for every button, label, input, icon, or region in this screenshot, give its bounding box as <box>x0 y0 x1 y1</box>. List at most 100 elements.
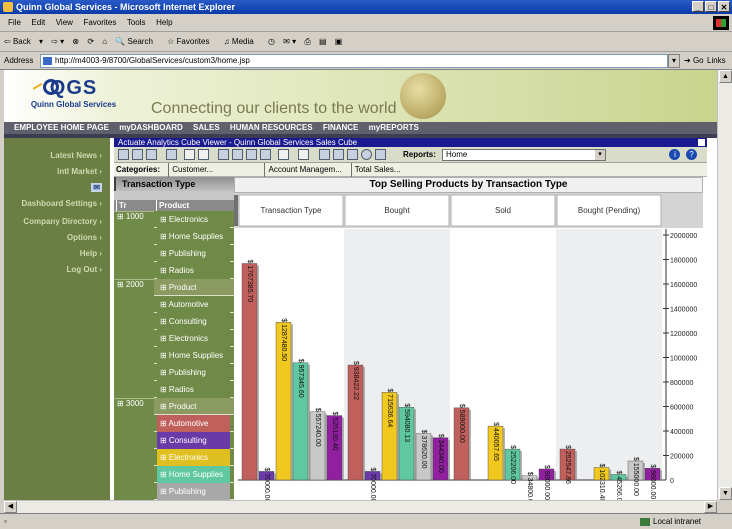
save-as-icon[interactable] <box>132 149 143 160</box>
pivot-product-row[interactable]: ⊞ Home Supplies <box>154 466 234 483</box>
column-tr[interactable]: Tr <box>116 200 127 211</box>
grid-icon[interactable] <box>246 149 257 160</box>
info-icon[interactable]: i <box>669 149 681 160</box>
edit-icon[interactable]: ▤ <box>319 37 327 46</box>
stop-icon[interactable]: ⊗ <box>72 37 79 46</box>
pivot-product-row[interactable]: ⊞ Home Supplies <box>154 347 234 364</box>
close-icon[interactable]: ✕ <box>718 1 730 12</box>
home-icon[interactable]: ⌂ <box>102 37 107 46</box>
pivot-product-row[interactable]: ⊞ Home Supplies <box>154 228 234 245</box>
window-title-bar: Quinn Global Services - Microsoft Intern… <box>0 0 732 14</box>
column-product[interactable]: Product <box>156 200 189 211</box>
edit-icon[interactable] <box>260 149 271 160</box>
pivot-icon[interactable] <box>218 149 229 160</box>
category-chip-account-manager[interactable]: Account Managem... <box>264 163 344 177</box>
pivot-transaction-type-cell[interactable]: ⊞ 2000 <box>114 279 154 398</box>
pivot-product-row[interactable]: ⊞ Automotive <box>154 296 234 313</box>
refresh-icon[interactable]: ⟳ <box>87 37 94 46</box>
pie-chart-icon[interactable] <box>361 149 372 160</box>
pivot-category-row[interactable]: ⊞ Product <box>154 279 234 296</box>
sidebar-options[interactable]: Options › <box>67 233 102 242</box>
print-icon[interactable] <box>166 149 177 160</box>
nav-human-resources[interactable]: HUMAN RESOURCES <box>230 123 313 132</box>
media-button[interactable]: ♫ Media <box>224 37 260 46</box>
horizontal-scrollbar[interactable]: ◀ ▶ <box>4 500 717 513</box>
menu-view[interactable]: View <box>56 14 73 32</box>
pivot-product-row[interactable]: ⊞ Consulting <box>154 432 234 449</box>
chart-table-icon[interactable] <box>347 149 358 160</box>
save-icon[interactable] <box>118 149 129 160</box>
address-input[interactable]: http://m4003-9/8700/GlobalServices/custo… <box>40 54 668 68</box>
pivot-product-row[interactable]: ⊞ Publishing <box>154 245 234 262</box>
pivot-transaction-type-cell[interactable]: ⊞ 3000 <box>114 398 154 500</box>
pivot-product-row[interactable]: ⊞ Radios <box>154 381 234 398</box>
mail-icon[interactable]: ✉ ▾ <box>283 37 296 46</box>
filter-icon[interactable] <box>278 149 289 160</box>
category-chip-customer[interactable]: Customer... <box>168 163 258 177</box>
menu-tools[interactable]: Tools <box>127 14 146 32</box>
chart-group-label: Bought (Pending) <box>578 206 641 215</box>
bar-value-label: $ 440057.65 <box>492 422 499 461</box>
menu-favorites[interactable]: Favorites <box>83 14 116 32</box>
search-button[interactable]: 🔍 Search <box>115 37 159 46</box>
go-button[interactable]: ➜ Go <box>684 52 704 70</box>
sidebar-help[interactable]: Help › <box>80 249 102 258</box>
bar-chart-icon[interactable] <box>333 149 344 160</box>
restore-icon[interactable] <box>698 139 705 146</box>
nav-sales[interactable]: SALES <box>193 123 220 132</box>
pivot-category-row[interactable]: ⊞ Product <box>154 398 234 415</box>
scroll-up-icon[interactable]: ▲ <box>719 70 732 83</box>
menu-edit[interactable]: Edit <box>31 14 45 32</box>
nav-dashboard[interactable]: myDASHBOARD <box>119 123 183 132</box>
sidebar-latest-news[interactable]: Latest News › <box>50 151 102 160</box>
history-icon[interactable]: ◷ <box>268 37 275 46</box>
layout-icon[interactable] <box>232 149 243 160</box>
minimize-icon[interactable]: _ <box>692 1 704 12</box>
links-button[interactable]: Links <box>707 52 726 70</box>
favorites-button[interactable]: ☆ Favorites <box>167 37 215 46</box>
menu-help[interactable]: Help <box>156 14 172 32</box>
maximize-icon[interactable]: □ <box>705 1 717 12</box>
pivot-transaction-type-cell[interactable]: ⊞ 1000 <box>114 211 154 279</box>
pivot-product-row[interactable]: ⊞ Publishing <box>154 364 234 381</box>
pivot-product-row[interactable]: ⊞ Consulting <box>154 313 234 330</box>
nav-employee-home[interactable]: EMPLOYEE HOME PAGE <box>14 123 109 132</box>
print-icon[interactable]: ⎙ <box>304 37 310 46</box>
sidebar-log-out[interactable]: Log Out › <box>66 265 102 274</box>
menu-file[interactable]: File <box>8 14 21 32</box>
qgs-logo[interactable]: QGS Quinn Global Services <box>16 76 131 118</box>
pivot-product-row[interactable]: ⊞ Electronics <box>154 449 234 466</box>
back-button[interactable]: ⇦ Back ▾ <box>4 37 43 46</box>
pivot-product-row[interactable]: ⊞ Electronics <box>154 211 234 228</box>
nav-finance[interactable]: FINANCE <box>323 123 359 132</box>
reports-select[interactable]: Home <box>442 149 606 161</box>
undo-icon[interactable] <box>184 149 195 160</box>
pivot-product-row[interactable]: ⊞ Automotive <box>154 415 234 432</box>
mail-icon[interactable]: ✉ <box>91 183 102 192</box>
pivot-row-label: ⊞ Consulting <box>157 313 230 330</box>
vertical-scrollbar[interactable]: ▲ ▼ <box>717 70 732 500</box>
pivot-product-row[interactable]: ⊞ Electronics <box>154 330 234 347</box>
scroll-left-icon[interactable]: ◀ <box>4 501 17 513</box>
discuss-icon[interactable]: ▣ <box>335 37 343 46</box>
export-icon[interactable] <box>375 149 386 160</box>
scroll-down-icon[interactable]: ▼ <box>719 487 732 500</box>
open-icon[interactable] <box>146 149 157 160</box>
pivot-product-row[interactable]: ⊞ Publishing <box>154 483 234 500</box>
forward-button[interactable]: ⇨ ▾ <box>51 37 64 46</box>
pivot-row-label: ⊞ Home Supplies <box>157 466 230 483</box>
transaction-type-header[interactable]: Transaction Type <box>114 177 234 191</box>
function-icon[interactable] <box>298 149 309 160</box>
sidebar-company-directory[interactable]: Company Directory › <box>23 217 102 226</box>
bar-value-label: $ 589000.00 <box>458 404 465 443</box>
address-dropdown-icon[interactable]: ▾ <box>668 54 680 68</box>
sidebar-intl-market[interactable]: Intl Market › <box>57 167 102 176</box>
nav-reports[interactable]: myREPORTS <box>369 123 419 132</box>
table-view-icon[interactable] <box>319 149 330 160</box>
help-icon[interactable]: ? <box>686 149 697 160</box>
scroll-right-icon[interactable]: ▶ <box>704 501 717 513</box>
category-chip-total-sales[interactable]: Total Sales... <box>350 163 401 177</box>
pivot-product-row[interactable]: ⊞ Radios <box>154 262 234 279</box>
sidebar-dashboard-settings[interactable]: Dashboard Settings › <box>22 199 102 208</box>
redo-icon[interactable] <box>198 149 209 160</box>
